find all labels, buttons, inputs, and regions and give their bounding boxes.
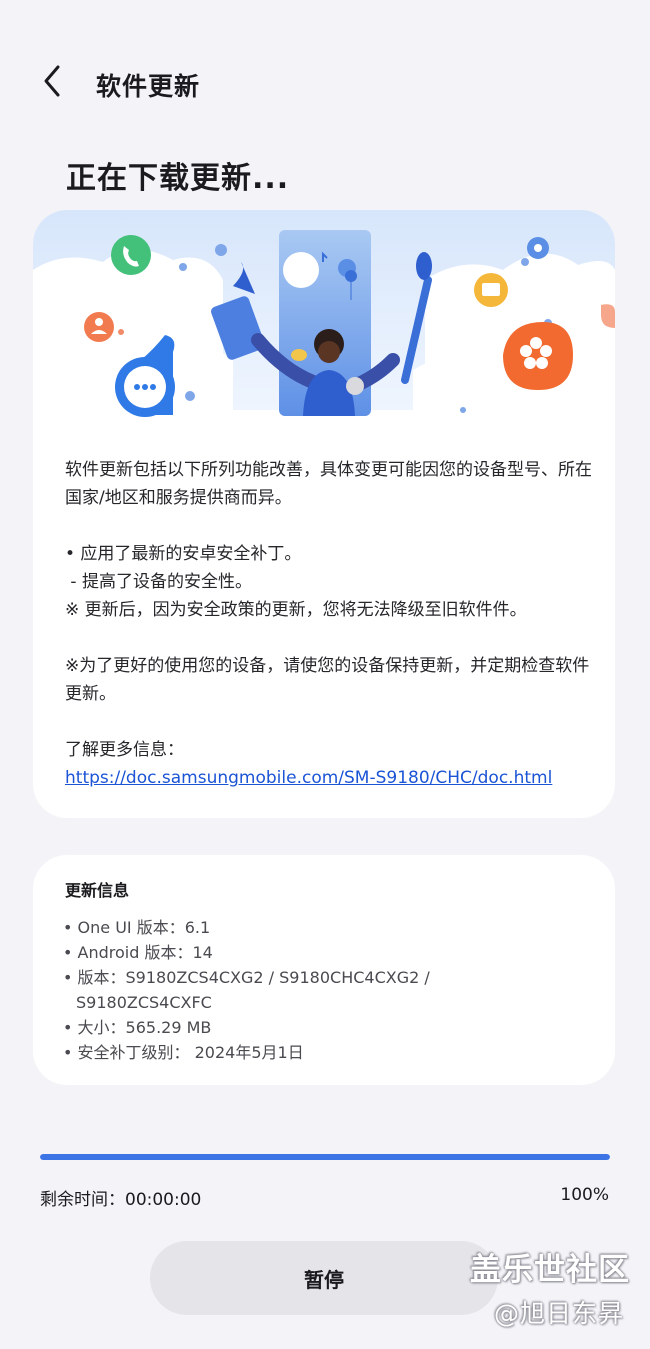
release-notes-intro: 软件更新包括以下所列功能改善，具体变更可能因您的设备型号、所在国家/地区和服务提…: [65, 460, 592, 508]
update-size: • 大小：565.29 MB: [63, 1018, 212, 1037]
phone-icon: [111, 235, 151, 275]
release-notes-note: ※ 更新后，因为安全政策的更新，您将无法降级至旧软件件。: [65, 600, 527, 620]
flower-icon: [503, 322, 573, 390]
release-notes-bullet: • 应用了最新的安卓安全补丁。: [65, 544, 302, 564]
update-info-list: • One UI 版本：6.1 • Android 版本：14 • 版本：S91…: [63, 915, 583, 1065]
release-notes-bullet-detail: - 提高了设备的安全性。: [65, 572, 252, 592]
release-notes: 软件更新包括以下所列功能改善，具体变更可能因您的设备型号、所在国家/地区和服务提…: [65, 456, 595, 792]
update-info-card: 更新信息 • One UI 版本：6.1 • Android 版本：14 • 版…: [33, 855, 615, 1085]
release-notes-recommendation: ※为了更好的使用您的设备，请使您的设备保持更新，并定期检查软件更新。: [65, 656, 590, 704]
update-info-title: 更新信息: [65, 881, 130, 900]
hero-illustration: [33, 210, 615, 436]
download-progress-bar: [40, 1154, 610, 1160]
android-version: • Android 版本：14: [63, 943, 213, 962]
folder-icon: [474, 273, 508, 307]
pause-button[interactable]: 暂停: [150, 1241, 498, 1315]
build-number: • 版本：S9180ZCS4CXG2 / S9180CHC4CXG2 /: [63, 968, 430, 987]
settings-gear-icon: [527, 237, 549, 259]
release-notes-card: 软件更新包括以下所列功能改善，具体变更可能因您的设备型号、所在国家/地区和服务提…: [33, 210, 615, 818]
one-ui-version: • One UI 版本：6.1: [63, 918, 211, 937]
app-header: 软件更新: [0, 45, 650, 121]
back-arrow-icon: [44, 65, 60, 97]
back-button[interactable]: [36, 61, 70, 101]
build-number-continued: S9180ZCS4CXFC: [76, 993, 212, 1012]
more-info-link[interactable]: https://doc.samsungmobile.com/SM-S9180/C…: [65, 768, 552, 788]
watermark-author: @旭日东昇: [494, 1299, 625, 1328]
remaining-time: 剩余时间：00:00:00: [40, 1190, 202, 1210]
progress-percent: 100%: [560, 1185, 609, 1205]
download-progress-fill: [40, 1154, 610, 1160]
more-info-label: 了解更多信息：: [65, 740, 184, 760]
watermark-community: 盖乐世社区: [470, 1252, 630, 1288]
page-heading: 正在下载更新...: [66, 161, 290, 196]
person-icon: [84, 312, 114, 342]
security-patch-level: • 安全补丁级别： 2024年5月1日: [63, 1043, 304, 1062]
header-title: 软件更新: [96, 72, 201, 101]
